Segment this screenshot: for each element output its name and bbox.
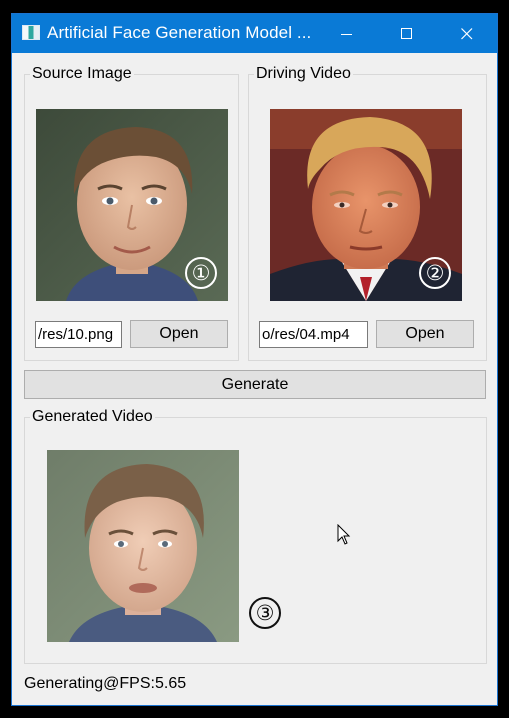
driving-path-field[interactable]: o/res/04.mp4	[259, 321, 368, 348]
status-text: Generating@FPS:5.65	[24, 675, 187, 692]
driving-badge: ②	[419, 257, 451, 289]
generate-button[interactable]: Generate	[24, 370, 486, 399]
source-badge: ①	[185, 257, 217, 289]
maximize-button[interactable]	[377, 14, 437, 53]
window-title: Artificial Face Generation Model ...	[47, 23, 312, 42]
driving-open-button[interactable]: Open	[376, 320, 474, 348]
app-window: Artificial Face Generation Model ... Sou…	[11, 13, 498, 706]
source-open-button[interactable]: Open	[130, 320, 228, 348]
minimize-icon	[341, 34, 352, 35]
mouse-cursor-icon	[337, 524, 351, 545]
app-icon	[22, 25, 40, 40]
source-image-group-title: Source Image	[30, 65, 134, 83]
driving-video-group-title: Driving Video	[254, 65, 353, 83]
generated-face-image	[47, 450, 239, 642]
generated-video-group-title: Generated Video	[30, 408, 155, 426]
close-button[interactable]	[437, 14, 497, 53]
close-icon	[461, 28, 473, 40]
minimize-button[interactable]	[317, 14, 377, 53]
source-path-field[interactable]: /res/10.png	[35, 321, 122, 348]
generated-badge: ③	[249, 597, 281, 629]
source-path-value: /res/10.png	[38, 326, 114, 343]
generated-video-preview	[47, 450, 239, 642]
maximize-icon	[401, 28, 412, 39]
driving-path-value: o/res/04.mp4	[262, 326, 350, 343]
title-bar[interactable]: Artificial Face Generation Model ...	[12, 14, 497, 53]
